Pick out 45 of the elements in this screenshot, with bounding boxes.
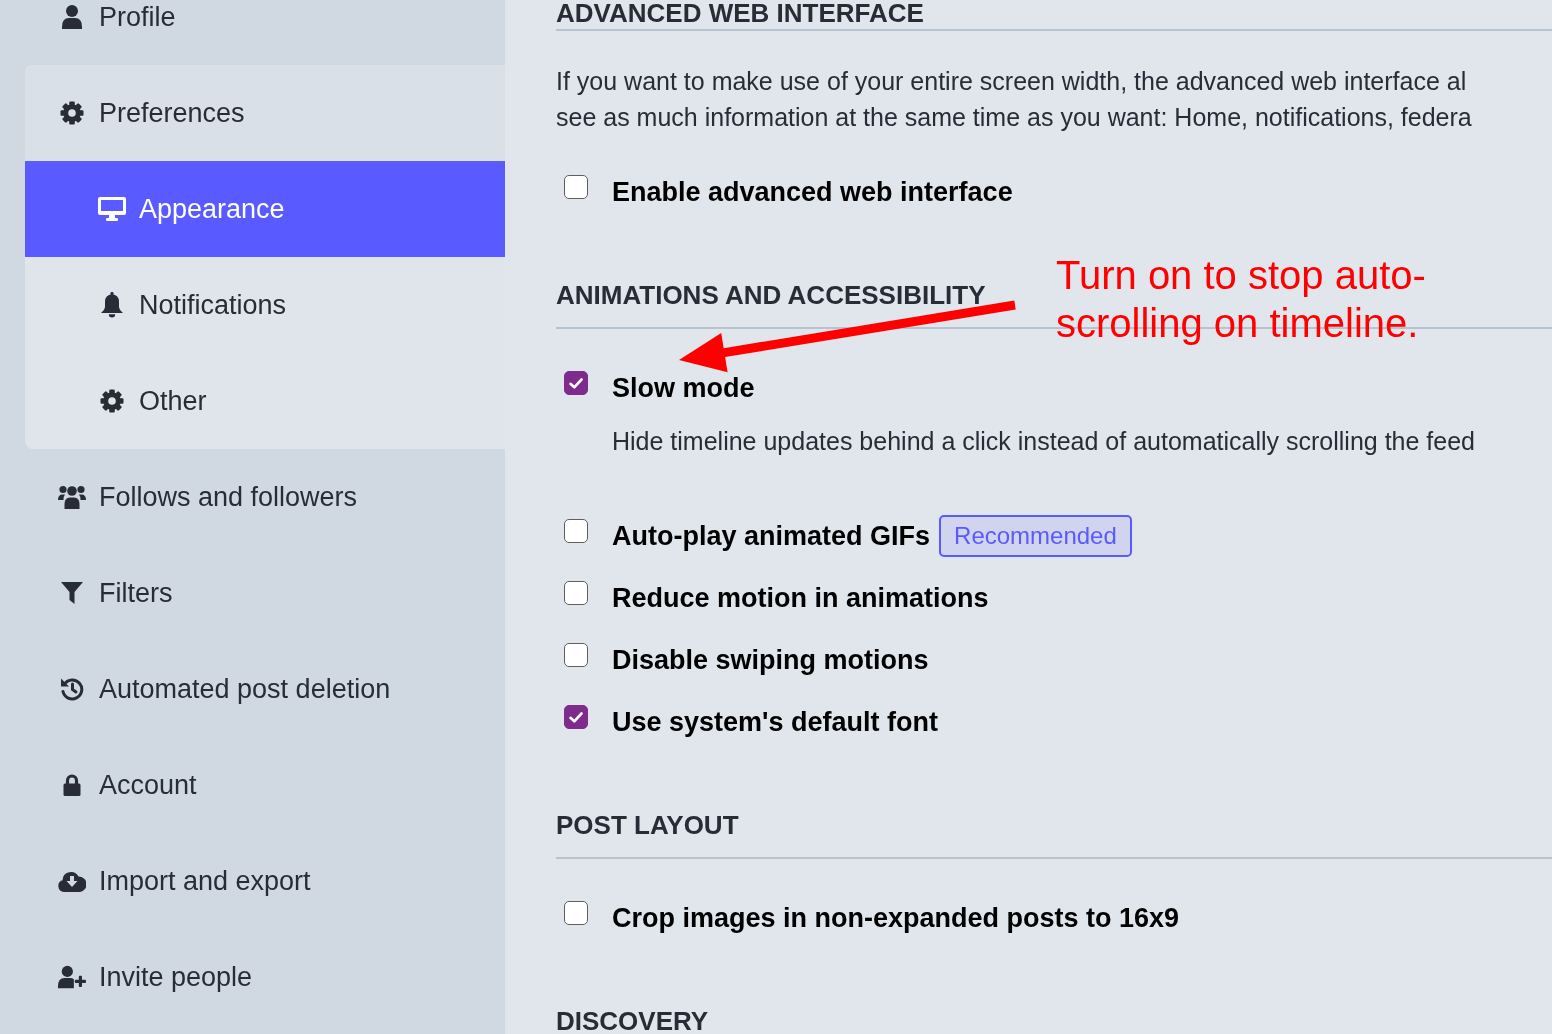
sidebar-item[interactable]: Appearance: [25, 161, 505, 257]
checkbox[interactable]: [564, 175, 588, 199]
funnel-icon: [61, 582, 83, 604]
check-icon: [569, 711, 583, 723]
sidebar-item[interactable]: Filters: [0, 545, 505, 641]
sidebar-item[interactable]: Invite people: [0, 929, 505, 1025]
checkbox-label: Crop images in non-expanded posts to 16x9: [612, 905, 1180, 931]
checkbox[interactable]: [564, 705, 588, 729]
monitor-icon: [98, 197, 126, 221]
sidebar-item[interactable]: Follows and followers: [0, 449, 505, 545]
checkbox-label: Disable swiping motions: [612, 647, 929, 673]
checkbox-label: Slow mode: [612, 375, 755, 401]
checkbox[interactable]: [564, 901, 588, 925]
recommended-tag: Recommended: [939, 515, 1132, 557]
gear-icon: [60, 101, 84, 125]
section-heading: ADVANCED WEB INTERFACE: [556, 0, 1552, 31]
checkbox[interactable]: [564, 519, 588, 543]
section-heading: DISCOVERY: [556, 1006, 1552, 1034]
sidebar-item[interactable]: Automated post deletion: [0, 641, 505, 737]
sidebar-item[interactable]: Import and export: [0, 833, 505, 929]
checkbox-label: Auto-play animated GIFs: [612, 523, 931, 549]
checkbox-label: Enable advanced web interface: [612, 179, 1013, 205]
lock-icon: [63, 774, 81, 796]
checkbox[interactable]: [564, 371, 588, 395]
checkbox[interactable]: [564, 643, 588, 667]
description-text: If you want to make use of your entire screen width, the advanced web interface al see as much information at the same time as you want: Home, notifications, federa: [556, 66, 1473, 133]
sidebar-item[interactable]: Other: [25, 353, 505, 449]
sidebar-item[interactable]: Account: [0, 737, 505, 833]
sidebar-item[interactable]: Preferences: [25, 65, 505, 161]
section-heading: POST LAYOUT: [556, 810, 1552, 859]
check-icon: [569, 377, 583, 389]
sidebar-item[interactable]: Notifications: [25, 257, 505, 353]
annotation-text: Turn on to stop auto- scrolling on timeline.: [1056, 252, 1426, 347]
checkbox-label: Reduce motion in animations: [612, 585, 989, 611]
cloud-download-icon: [58, 870, 86, 892]
checkbox[interactable]: [564, 581, 588, 605]
user-plus-icon: [58, 965, 86, 989]
bell-icon: [100, 292, 124, 318]
checkbox-label: Use system's default font: [612, 709, 938, 735]
sidebar-item[interactable]: Profile: [0, 0, 505, 65]
hint-text: Hide timeline updates behind a click instead of automatically scrolling the feed: [612, 426, 1475, 456]
gear-icon: [100, 389, 124, 413]
users-icon: [58, 485, 86, 509]
user-icon: [62, 5, 82, 29]
history-icon: [60, 677, 84, 701]
